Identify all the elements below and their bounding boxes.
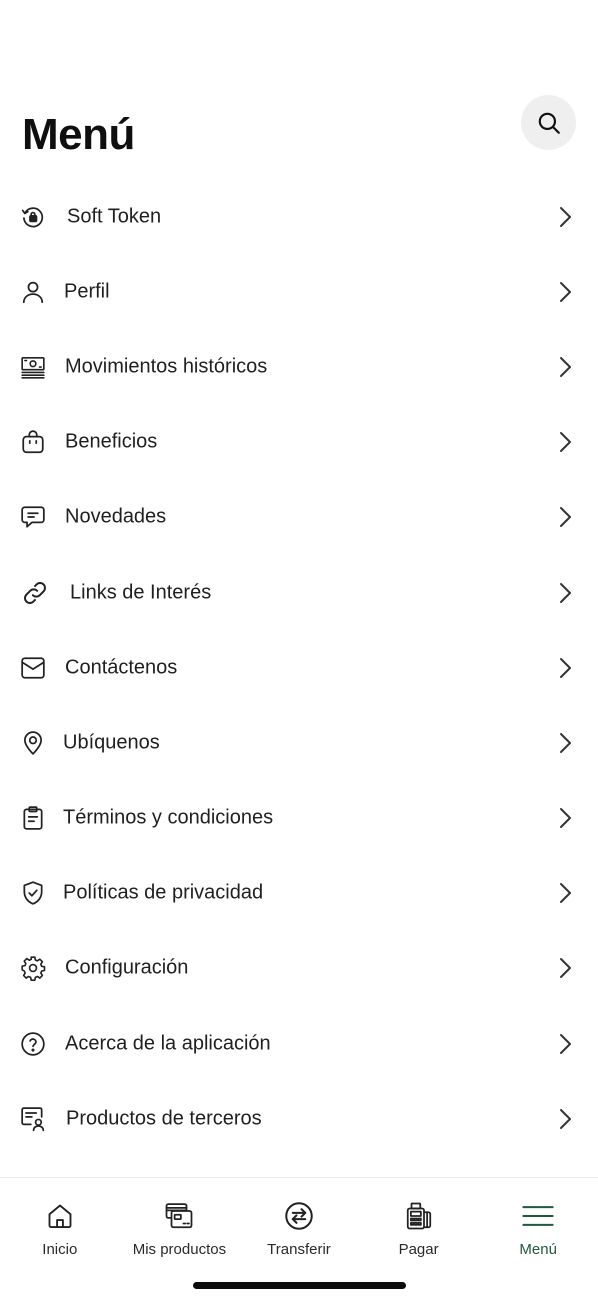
menu-item-politicas-de-privacidad[interactable]: Políticas de privacidad [0, 856, 598, 931]
page-title: Menú [22, 110, 135, 159]
chevron-right-icon [553, 1107, 577, 1131]
menu-item-movimientos-historicos[interactable]: Movimientos históricos [0, 329, 598, 404]
chevron-right-icon [553, 505, 577, 529]
menu-item-label: Acerca de la aplicación [65, 1032, 271, 1055]
shopping-bag-icon [20, 429, 46, 455]
menu-item-terminos-y-condiciones[interactable]: Términos y condiciones [0, 781, 598, 856]
menu-item-productos-de-terceros[interactable]: Productos de terceros [0, 1081, 598, 1156]
menu-item-label: Ubíquenos [63, 731, 160, 754]
menu-item-soft-token[interactable]: Soft Token [0, 179, 598, 254]
chevron-right-icon [553, 430, 577, 454]
location-pin-icon [20, 730, 46, 756]
menu-item-label: Políticas de privacidad [63, 881, 264, 904]
chevron-right-icon [553, 205, 577, 229]
link-icon [20, 580, 50, 606]
mail-icon [20, 655, 46, 681]
home-indicator[interactable] [193, 1282, 406, 1289]
chevron-right-icon [553, 731, 577, 755]
transfer-icon [283, 1200, 315, 1232]
menu-item-configuracion[interactable]: Configuración [0, 931, 598, 1006]
gear-icon [20, 955, 46, 982]
search-button[interactable] [521, 95, 576, 150]
clipboard-icon [20, 805, 46, 831]
user-icon [20, 279, 46, 305]
menu-item-label: Términos y condiciones [63, 806, 274, 829]
chevron-right-icon [553, 956, 577, 980]
menu-item-acerca-de-la-aplicacion[interactable]: Acerca de la aplicación [0, 1006, 598, 1081]
chevron-right-icon [553, 806, 577, 830]
chevron-right-icon [553, 656, 577, 680]
menu-item-novedades[interactable]: Novedades [0, 480, 598, 555]
search-icon [536, 110, 562, 136]
banknote-history-icon [20, 354, 46, 380]
menu-item-label: Perfil [64, 280, 110, 303]
chevron-right-icon [553, 581, 577, 605]
chevron-right-icon [553, 355, 577, 379]
tab-menu[interactable]: Menú [478, 1178, 598, 1268]
menu-item-label: Configuración [65, 956, 189, 979]
home-icon [44, 1200, 76, 1232]
third-party-products-icon [20, 1106, 46, 1132]
menu-list: Soft Token Perfil Movimientos históricos… [0, 179, 598, 1156]
chevron-right-icon [553, 1032, 577, 1056]
menu-item-label: Movimientos históricos [65, 355, 268, 378]
pay-terminal-icon [403, 1200, 435, 1232]
menu-item-label: Novedades [65, 505, 167, 528]
menu-item-ubiquenos[interactable]: Ubíquenos [0, 705, 598, 780]
cards-icon [163, 1200, 195, 1232]
menu-item-perfil[interactable]: Perfil [0, 254, 598, 329]
tab-label: Mis productos [132, 1241, 227, 1258]
menu-item-beneficios[interactable]: Beneficios [0, 405, 598, 480]
help-circle-icon [20, 1031, 46, 1057]
tab-inicio[interactable]: Inicio [0, 1178, 120, 1268]
menu-screen: Menú Soft Token Perfil Movimientos histó… [0, 0, 598, 1300]
hamburger-menu-icon [522, 1200, 554, 1232]
chevron-right-icon [553, 881, 577, 905]
menu-item-label: Soft Token [67, 205, 162, 228]
message-icon [20, 504, 46, 530]
tab-pagar[interactable]: Pagar [359, 1178, 479, 1268]
menu-item-label: Productos de terceros [66, 1107, 262, 1130]
menu-item-label: Links de Interés [70, 581, 212, 604]
tab-mis-productos[interactable]: Mis productos [120, 1178, 240, 1268]
tab-label: Inicio [42, 1241, 78, 1258]
menu-item-contactenos[interactable]: Contáctenos [0, 630, 598, 705]
chevron-right-icon [553, 280, 577, 304]
tab-label: Menú [519, 1241, 557, 1258]
menu-item-label: Contáctenos [65, 656, 178, 679]
tab-transferir[interactable]: Transferir [239, 1178, 359, 1268]
soft-token-icon [20, 204, 46, 230]
shield-check-icon [20, 880, 46, 906]
menu-item-links-de-interes[interactable]: Links de Interés [0, 555, 598, 630]
menu-item-label: Beneficios [65, 430, 158, 453]
tab-label: Transferir [267, 1241, 331, 1258]
tab-label: Pagar [398, 1241, 439, 1258]
